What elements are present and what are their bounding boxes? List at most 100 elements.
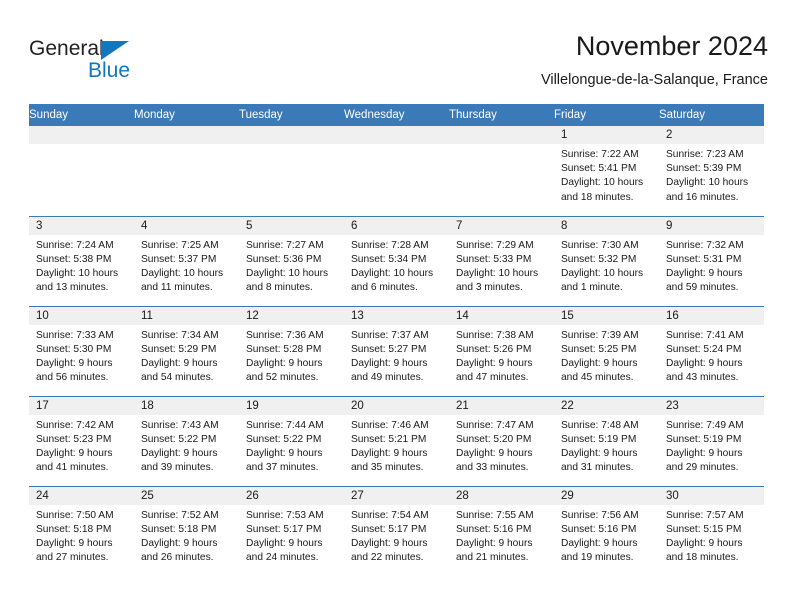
day-detail-line: Sunrise: 7:24 AM bbox=[36, 239, 114, 251]
calendar-day-cell[interactable]: 9 Sunrise: 7:32 AM Sunset: 5:31 PM Daylight… bbox=[659, 215, 764, 306]
day-number: 28 bbox=[449, 486, 554, 505]
calendar-day-cell-empty bbox=[239, 126, 344, 216]
day-detail-line: Daylight: 10 hours bbox=[561, 177, 644, 189]
calendar-day-cell[interactable]: 22 Sunrise: 7:48 AM Sunset: 5:19 PM Dayligh… bbox=[554, 395, 659, 486]
calendar-day-cell[interactable]: 20 Sunrise: 7:46 AM Sunset: 5:21 PM Dayligh… bbox=[344, 395, 449, 486]
calendar-day-cell[interactable]: 27 Sunrise: 7:54 AM Sunset: 5:17 PM Dayligh… bbox=[344, 485, 449, 576]
day-detail-line: Daylight: 9 hours bbox=[666, 267, 743, 279]
day-details: Sunrise: 7:41 AM Sunset: 5:24 PM Daylight:… bbox=[659, 325, 764, 386]
calendar-day-cell[interactable]: 8 Sunrise: 7:30 AM Sunset: 5:32 PM Daylight… bbox=[554, 215, 659, 306]
day-detail-line: Daylight: 10 hours bbox=[561, 267, 644, 279]
day-details: Sunrise: 7:47 AM Sunset: 5:20 PM Daylight:… bbox=[449, 415, 554, 476]
day-detail-line: Daylight: 9 hours bbox=[561, 447, 638, 459]
calendar-day-cell[interactable]: 4 Sunrise: 7:25 AM Sunset: 5:37 PM Daylight… bbox=[134, 215, 239, 306]
day-details bbox=[239, 144, 344, 148]
day-detail-line: Sunrise: 7:44 AM bbox=[246, 419, 324, 431]
weekday-header-saturday: Saturday bbox=[659, 104, 764, 126]
day-detail-line: Daylight: 10 hours bbox=[36, 267, 119, 279]
day-details: Sunrise: 7:54 AM Sunset: 5:17 PM Daylight:… bbox=[344, 505, 449, 566]
calendar-day-cell[interactable]: 6 Sunrise: 7:28 AM Sunset: 5:34 PM Daylight… bbox=[344, 215, 449, 306]
day-details: Sunrise: 7:28 AM Sunset: 5:34 PM Daylight:… bbox=[344, 235, 449, 296]
calendar-day-cell[interactable]: 17 Sunrise: 7:42 AM Sunset: 5:23 PM Dayligh… bbox=[29, 395, 134, 486]
day-detail-line: Sunrise: 7:43 AM bbox=[141, 419, 219, 431]
day-detail-line: Daylight: 10 hours bbox=[666, 177, 749, 189]
day-number: 27 bbox=[344, 486, 449, 505]
day-detail-line: Daylight: 9 hours bbox=[456, 357, 533, 369]
day-detail-line: Daylight: 9 hours bbox=[666, 357, 743, 369]
day-number: 22 bbox=[554, 396, 659, 415]
calendar-day-cell[interactable]: 24 Sunrise: 7:50 AM Sunset: 5:18 PM Dayligh… bbox=[29, 485, 134, 576]
day-number: 26 bbox=[239, 486, 344, 505]
day-details: Sunrise: 7:25 AM Sunset: 5:37 PM Daylight:… bbox=[134, 235, 239, 296]
calendar-day-cell[interactable]: 11 Sunrise: 7:34 AM Sunset: 5:29 PM Dayligh… bbox=[134, 305, 239, 396]
calendar-body: 1 Sunrise: 7:22 AM Sunset: 5:41 PM Daylight… bbox=[29, 126, 764, 576]
day-detail-line: Sunset: 5:17 PM bbox=[351, 523, 427, 535]
calendar-day-cell[interactable]: 30 Sunrise: 7:57 AM Sunset: 5:15 PM Dayligh… bbox=[659, 485, 764, 576]
weekday-header-sunday: Sunday bbox=[29, 104, 134, 126]
day-detail-line: Sunrise: 7:36 AM bbox=[246, 329, 324, 341]
day-number: 12 bbox=[239, 306, 344, 325]
day-detail-line: Sunset: 5:27 PM bbox=[351, 343, 427, 355]
day-details: Sunrise: 7:56 AM Sunset: 5:16 PM Daylight:… bbox=[554, 505, 659, 566]
calendar-day-cell[interactable]: 12 Sunrise: 7:36 AM Sunset: 5:28 PM Dayligh… bbox=[239, 305, 344, 396]
calendar-day-cell[interactable]: 29 Sunrise: 7:56 AM Sunset: 5:16 PM Dayligh… bbox=[554, 485, 659, 576]
day-detail-line: Sunrise: 7:42 AM bbox=[36, 419, 114, 431]
day-details: Sunrise: 7:43 AM Sunset: 5:22 PM Daylight:… bbox=[134, 415, 239, 476]
day-detail-line: and 35 minutes. bbox=[351, 462, 424, 474]
day-number: 11 bbox=[134, 306, 239, 325]
calendar-day-cell[interactable]: 28 Sunrise: 7:55 AM Sunset: 5:16 PM Dayligh… bbox=[449, 485, 554, 576]
calendar-day-cell[interactable]: 16 Sunrise: 7:41 AM Sunset: 5:24 PM Dayligh… bbox=[659, 305, 764, 396]
day-detail-line: and 3 minutes. bbox=[456, 282, 523, 294]
calendar-week-row: 17 Sunrise: 7:42 AM Sunset: 5:23 PM Dayligh… bbox=[29, 395, 764, 486]
day-detail-line: and 49 minutes. bbox=[351, 372, 424, 384]
calendar-day-cell[interactable]: 5 Sunrise: 7:27 AM Sunset: 5:36 PM Daylight… bbox=[239, 215, 344, 306]
calendar-day-cell-empty bbox=[29, 126, 134, 216]
day-detail-line: Sunrise: 7:47 AM bbox=[456, 419, 534, 431]
day-details: Sunrise: 7:57 AM Sunset: 5:15 PM Daylight:… bbox=[659, 505, 764, 566]
calendar-day-cell[interactable]: 2 Sunrise: 7:23 AM Sunset: 5:39 PM Daylight… bbox=[659, 126, 764, 216]
calendar-day-cell[interactable]: 23 Sunrise: 7:49 AM Sunset: 5:19 PM Dayligh… bbox=[659, 395, 764, 486]
day-detail-line: Daylight: 9 hours bbox=[36, 537, 113, 549]
day-detail-line: Sunrise: 7:48 AM bbox=[561, 419, 639, 431]
day-number: 6 bbox=[344, 216, 449, 235]
calendar-day-cell[interactable]: 21 Sunrise: 7:47 AM Sunset: 5:20 PM Dayligh… bbox=[449, 395, 554, 486]
day-detail-line: and 18 minutes. bbox=[561, 191, 634, 203]
day-number bbox=[239, 126, 344, 144]
day-number: 14 bbox=[449, 306, 554, 325]
day-details: Sunrise: 7:48 AM Sunset: 5:19 PM Daylight:… bbox=[554, 415, 659, 476]
day-details: Sunrise: 7:24 AM Sunset: 5:38 PM Daylight:… bbox=[29, 235, 134, 296]
day-number: 4 bbox=[134, 216, 239, 235]
day-detail-line: Sunset: 5:41 PM bbox=[561, 163, 637, 175]
calendar-day-cell[interactable]: 26 Sunrise: 7:53 AM Sunset: 5:17 PM Dayligh… bbox=[239, 485, 344, 576]
calendar-day-cell[interactable]: 14 Sunrise: 7:38 AM Sunset: 5:26 PM Dayligh… bbox=[449, 305, 554, 396]
day-detail-line: and 41 minutes. bbox=[36, 462, 109, 474]
day-detail-line: Sunset: 5:22 PM bbox=[246, 433, 322, 445]
day-number: 1 bbox=[554, 126, 659, 144]
day-details: Sunrise: 7:32 AM Sunset: 5:31 PM Daylight:… bbox=[659, 235, 764, 296]
calendar-day-cell[interactable]: 13 Sunrise: 7:37 AM Sunset: 5:27 PM Dayligh… bbox=[344, 305, 449, 396]
day-detail-line: Daylight: 9 hours bbox=[141, 537, 218, 549]
calendar-day-cell-empty bbox=[344, 126, 449, 216]
day-detail-line: Sunrise: 7:27 AM bbox=[246, 239, 324, 251]
day-detail-line: Daylight: 9 hours bbox=[456, 537, 533, 549]
page-title: November 2024 bbox=[575, 31, 768, 61]
day-detail-line: and 33 minutes. bbox=[456, 462, 529, 474]
general-blue-logo[interactable]: General Blue bbox=[29, 38, 159, 86]
calendar-day-cell[interactable]: 10 Sunrise: 7:33 AM Sunset: 5:30 PM Dayligh… bbox=[29, 305, 134, 396]
day-number: 25 bbox=[134, 486, 239, 505]
day-detail-line: Sunrise: 7:49 AM bbox=[666, 419, 744, 431]
day-detail-line: and 26 minutes. bbox=[141, 552, 214, 564]
day-detail-line: Daylight: 9 hours bbox=[351, 447, 428, 459]
calendar-day-cell[interactable]: 1 Sunrise: 7:22 AM Sunset: 5:41 PM Daylight… bbox=[554, 126, 659, 216]
day-detail-line: Sunset: 5:16 PM bbox=[561, 523, 637, 535]
day-detail-line: and 18 minutes. bbox=[666, 552, 739, 564]
calendar-day-cell[interactable]: 15 Sunrise: 7:39 AM Sunset: 5:25 PM Dayligh… bbox=[554, 305, 659, 396]
day-details: Sunrise: 7:38 AM Sunset: 5:26 PM Daylight:… bbox=[449, 325, 554, 386]
day-detail-line: Sunrise: 7:50 AM bbox=[36, 509, 114, 521]
calendar-day-cell[interactable]: 18 Sunrise: 7:43 AM Sunset: 5:22 PM Dayligh… bbox=[134, 395, 239, 486]
calendar-day-cell[interactable]: 7 Sunrise: 7:29 AM Sunset: 5:33 PM Daylight… bbox=[449, 215, 554, 306]
calendar-day-cell[interactable]: 19 Sunrise: 7:44 AM Sunset: 5:22 PM Dayligh… bbox=[239, 395, 344, 486]
day-detail-line: and 59 minutes. bbox=[666, 282, 739, 294]
calendar-day-cell[interactable]: 3 Sunrise: 7:24 AM Sunset: 5:38 PM Daylight… bbox=[29, 215, 134, 306]
calendar-day-cell[interactable]: 25 Sunrise: 7:52 AM Sunset: 5:18 PM Dayligh… bbox=[134, 485, 239, 576]
